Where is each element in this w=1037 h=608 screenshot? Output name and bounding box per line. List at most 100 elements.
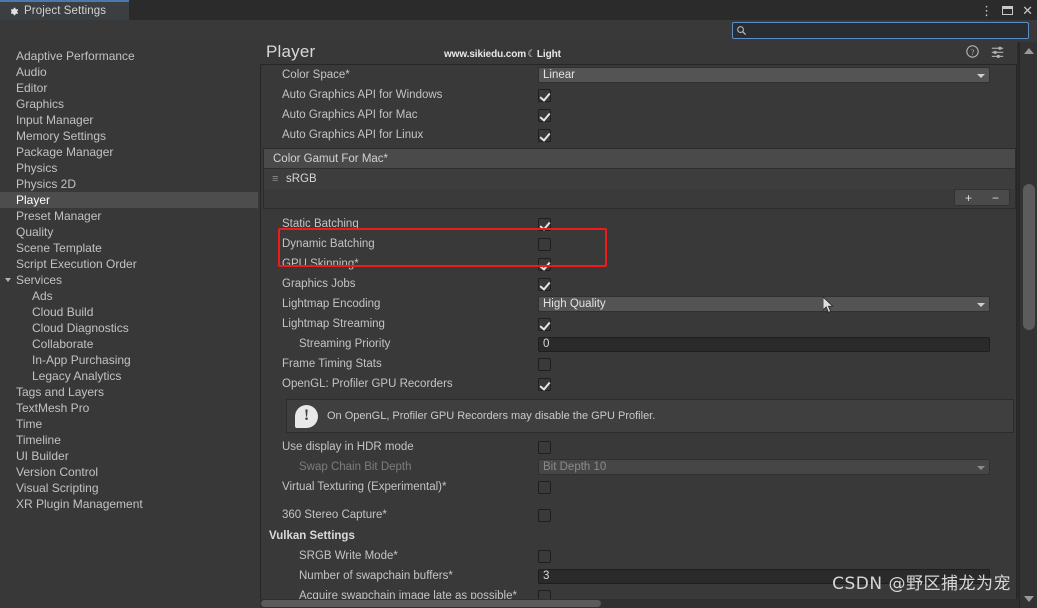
sidebar-item-label: Input Manager — [16, 113, 94, 127]
list-item[interactable]: ≡ sRGB — [264, 169, 1015, 189]
drag-handle-icon[interactable]: ≡ — [272, 173, 281, 184]
sidebar-item-label: Adaptive Performance — [16, 49, 135, 63]
unity-project-settings-window: Project Settings ⋮ ✕ Adaptive Performanc… — [0, 0, 1037, 608]
checkbox-dynamic-batching[interactable] — [538, 237, 551, 251]
checkbox-gpu-skinning[interactable] — [538, 257, 551, 271]
window-menu-icon[interactable]: ⋮ — [980, 4, 993, 17]
sidebar-item-adaptive-performance[interactable]: Adaptive Performance — [0, 48, 258, 64]
chevron-down-icon — [977, 466, 985, 470]
sidebar-item-physics[interactable]: Physics — [0, 160, 258, 176]
row-lightmap-encoding: Lightmap Encoding High Quality — [261, 294, 1016, 314]
sidebar-item-version-control[interactable]: Version Control — [0, 464, 258, 480]
checkbox-use-display-in-hdr-mode[interactable] — [538, 440, 551, 454]
checkbox-auto-graphics-api-linux[interactable] — [538, 128, 551, 142]
sidebar-item-cloud-build[interactable]: Cloud Build — [0, 304, 258, 320]
checkbox-virtual-texturing[interactable] — [538, 480, 551, 494]
sidebar-item-preset-manager[interactable]: Preset Manager — [0, 208, 258, 224]
dropdown-color-space[interactable]: Linear — [538, 67, 990, 83]
sidebar-item-label: Timeline — [16, 433, 61, 447]
scroll-up-arrow-icon[interactable] — [1024, 48, 1034, 54]
remove-button[interactable]: − — [992, 192, 999, 204]
help-message-text: On OpenGL, Profiler GPU Recorders may di… — [327, 410, 656, 422]
sidebar-item-physics-2d[interactable]: Physics 2D — [0, 176, 258, 192]
sidebar-item-label: XR Plugin Management — [16, 497, 143, 511]
credit-watermark: CSDN @野区捕龙为宠 — [832, 574, 1011, 594]
search-icon — [736, 25, 747, 36]
sidebar-item-label: Visual Scripting — [16, 481, 99, 495]
scroll-down-arrow-icon[interactable] — [1024, 596, 1034, 602]
sidebar-item-textmesh-pro[interactable]: TextMesh Pro — [0, 400, 258, 416]
sidebar-item-audio[interactable]: Audio — [0, 64, 258, 80]
row-use-display-in-hdr-mode: Use display in HDR mode — [261, 437, 1016, 457]
sidebar-item-graphics[interactable]: Graphics — [0, 96, 258, 112]
close-icon[interactable]: ✕ — [1022, 4, 1033, 17]
sidebar-item-timeline[interactable]: Timeline — [0, 432, 258, 448]
checkbox-360-stereo-capture[interactable] — [538, 508, 551, 522]
sidebar-item-tags-and-layers[interactable]: Tags and Layers — [0, 384, 258, 400]
scrollbar-thumb[interactable] — [1023, 184, 1035, 330]
sidebar-item-label: Cloud Diagnostics — [32, 321, 129, 335]
svg-text:?: ? — [971, 48, 975, 57]
row-streaming-priority: Streaming Priority 0 — [261, 334, 1016, 354]
scrollbar-thumb[interactable] — [261, 600, 601, 607]
help-icon[interactable]: ? — [966, 45, 979, 58]
sidebar-item-ui-builder[interactable]: UI Builder — [0, 448, 258, 464]
sidebar-item-cloud-diagnostics[interactable]: Cloud Diagnostics — [0, 320, 258, 336]
color-gamut-footer: + − — [264, 189, 1015, 208]
checkbox-auto-graphics-api-mac[interactable] — [538, 108, 551, 122]
chevron-down-icon[interactable] — [5, 278, 11, 285]
checkbox-frame-timing-stats[interactable] — [538, 357, 551, 371]
sidebar-item-label: Physics — [16, 161, 58, 175]
preset-icon[interactable] — [991, 45, 1004, 58]
sidebar-item-editor[interactable]: Editor — [0, 80, 258, 96]
sidebar-item-time[interactable]: Time — [0, 416, 258, 432]
sidebar-item-ads[interactable]: Ads — [0, 288, 258, 304]
dropdown-lightmap-encoding[interactable]: High Quality — [538, 296, 990, 312]
row-auto-graphics-api-windows: Auto Graphics API for Windows — [261, 85, 1016, 105]
checkbox-lightmap-streaming[interactable] — [538, 317, 551, 331]
section-header-vulkan-settings: Vulkan Settings — [269, 529, 355, 542]
sidebar-item-input-manager[interactable]: Input Manager — [0, 112, 258, 128]
sidebar-item-script-execution-order[interactable]: Script Execution Order — [0, 256, 258, 272]
sidebar-item-in-app-purchasing[interactable]: In-App Purchasing — [0, 352, 258, 368]
label-frame-timing-stats: Frame Timing Stats — [282, 358, 382, 370]
warning-icon: ! — [295, 404, 318, 428]
input-streaming-priority[interactable]: 0 — [538, 336, 990, 352]
help-message-box: ! On OpenGL, Profiler GPU Recorders may … — [286, 399, 1014, 433]
maximize-icon[interactable] — [1002, 4, 1014, 17]
label-virtual-texturing: Virtual Texturing (Experimental)* — [282, 481, 447, 493]
sidebar-item-label: Physics 2D — [16, 177, 77, 191]
sidebar-item-scene-template[interactable]: Scene Template — [0, 240, 258, 256]
add-button[interactable]: + — [965, 192, 972, 204]
checkbox-graphics-jobs[interactable] — [538, 277, 551, 291]
sidebar-item-package-manager[interactable]: Package Manager — [0, 144, 258, 160]
sidebar-item-label: UI Builder — [16, 449, 69, 463]
sidebar-item-xr-plugin-management[interactable]: XR Plugin Management — [0, 496, 258, 512]
row-swap-chain-bit-depth: Swap Chain Bit Depth Bit Depth 10 — [261, 457, 1016, 477]
checkbox-srgb-write-mode[interactable] — [538, 549, 551, 563]
checkbox-opengl-profiler-gpu-recorders[interactable] — [538, 377, 551, 391]
horizontal-scrollbar[interactable] — [260, 599, 1019, 608]
checkbox-auto-graphics-api-windows[interactable] — [538, 88, 551, 102]
vertical-scrollbar[interactable] — [1019, 42, 1037, 608]
search-input[interactable] — [747, 23, 1028, 38]
row-srgb-write-mode: SRGB Write Mode* — [261, 546, 1016, 566]
tab-project-settings[interactable]: Project Settings — [0, 0, 129, 20]
sidebar-item-collaborate[interactable]: Collaborate — [0, 336, 258, 352]
checkbox-static-batching[interactable] — [538, 217, 551, 231]
sidebar-item-label: Script Execution Order — [16, 257, 137, 271]
sidebar-item-player[interactable]: Player — [0, 192, 258, 208]
gear-icon — [8, 6, 19, 17]
settings-sidebar[interactable]: Adaptive Performance Audio Editor Graphi… — [0, 42, 259, 608]
sidebar-item-quality[interactable]: Quality — [0, 224, 258, 240]
search-box[interactable] — [732, 22, 1029, 39]
sidebar-item-services[interactable]: Services — [0, 272, 258, 288]
chevron-down-icon — [977, 74, 985, 78]
sidebar-item-visual-scripting[interactable]: Visual Scripting — [0, 480, 258, 496]
row-lightmap-streaming: Lightmap Streaming — [261, 314, 1016, 334]
settings-rows: Color Space* Linear Auto Graphics API fo… — [261, 65, 1016, 606]
sidebar-item-label: Scene Template — [16, 241, 102, 255]
row-gpu-skinning: GPU Skinning* — [261, 254, 1016, 274]
sidebar-item-legacy-analytics[interactable]: Legacy Analytics — [0, 368, 258, 384]
sidebar-item-memory-settings[interactable]: Memory Settings — [0, 128, 258, 144]
